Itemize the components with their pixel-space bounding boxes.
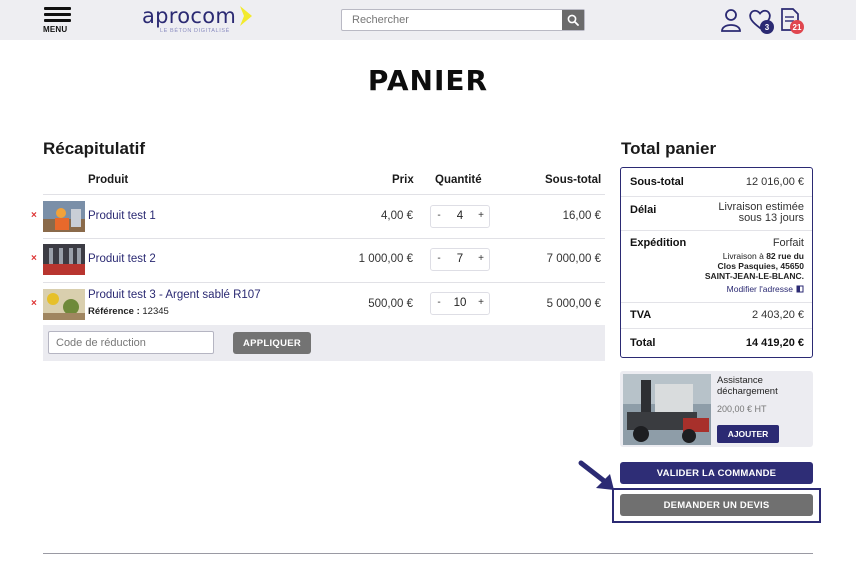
forklift-image (623, 374, 711, 445)
apply-coupon-button[interactable]: APPLIQUER (233, 332, 311, 354)
shipping-value: Forfait (772, 237, 804, 249)
coupon-bar: APPLIQUER (43, 325, 605, 361)
remove-item-button[interactable]: × (31, 210, 37, 221)
qty-decrease-button[interactable]: - (433, 253, 445, 264)
quantity-stepper: - 10 + (430, 292, 490, 315)
qty-value[interactable]: 4 (445, 210, 475, 222)
footer-divider (43, 553, 813, 554)
vat-label: TVA (630, 309, 652, 321)
logo-text: aprocom (142, 4, 237, 28)
cart-row: × Produit test 1 4,00 € - 4 + 16,00 € (30, 196, 610, 238)
product-reference: Référence : 12345 (88, 306, 169, 317)
delay-label: Délai (630, 204, 657, 216)
request-quote-button[interactable]: DEMANDER UN DEVIS (620, 494, 813, 516)
product-thumbnail (43, 244, 85, 275)
divider (621, 230, 812, 231)
reference-label: Référence : (88, 306, 140, 317)
col-product: Produit (88, 174, 129, 186)
qty-value[interactable]: 7 (445, 253, 475, 265)
qty-decrease-button[interactable]: - (433, 297, 445, 308)
row-subtotal: 7 000,00 € (546, 253, 601, 265)
menu-label: MENU (43, 25, 68, 34)
divider (621, 302, 812, 303)
subtotal-label: Sous-total (630, 176, 684, 188)
vat-value: 2 403,20 € (752, 309, 804, 321)
product-price: 4,00 € (381, 210, 413, 222)
product-thumbnail (43, 201, 85, 232)
delay-value-line2: sous 13 jours (738, 212, 804, 224)
qty-value[interactable]: 10 (445, 297, 475, 309)
wishlist-button[interactable]: 3 (748, 8, 774, 34)
col-price: Prix (392, 174, 414, 186)
coupon-input[interactable] (48, 331, 214, 354)
recap-title: Récapitulatif (43, 139, 146, 158)
qty-increase-button[interactable]: + (475, 210, 487, 221)
quantity-stepper: - 7 + (430, 248, 490, 271)
search-button[interactable] (562, 10, 584, 30)
hamburger-icon-bar (44, 19, 71, 22)
account-button[interactable] (720, 8, 744, 32)
total-value: 14 419,20 € (745, 337, 804, 349)
logo-chevron-icon (240, 6, 252, 26)
product-name-link[interactable]: Produit test 3 - Argent sablé R107 (88, 289, 261, 301)
quantity-stepper: - 4 + (430, 205, 490, 228)
qty-increase-button[interactable]: + (475, 297, 487, 308)
search-box (341, 9, 585, 31)
total-label: Total (630, 337, 656, 349)
shipping-address-line1: Livraison à 82 rue du (694, 251, 804, 261)
aprocom-logo[interactable]: aprocom LE BÉTON DIGITALISÉ (142, 4, 257, 38)
upsell-price: 200,00 € HT (717, 404, 767, 414)
divider (621, 196, 812, 197)
shipping-address-prefix: Livraison à (722, 251, 767, 261)
modify-address-link[interactable]: Modifier l'adresse (727, 284, 804, 294)
user-icon (721, 9, 741, 32)
divider (621, 328, 812, 329)
col-quantity: Quantité (435, 174, 482, 186)
search-icon (567, 14, 579, 26)
page-title: PANIER (367, 64, 489, 97)
row-subtotal: 5 000,00 € (546, 298, 601, 310)
total-title: Total panier (621, 139, 717, 158)
product-thumbnail (43, 289, 85, 320)
logo-tagline: LE BÉTON DIGITALISÉ (160, 28, 230, 34)
row-subtotal: 16,00 € (562, 210, 601, 222)
product-price: 1 000,00 € (358, 253, 413, 265)
cart-totals-box: Sous-total 12 016,00 € Délai Livraison e… (620, 167, 813, 358)
product-name-link[interactable]: Produit test 1 (88, 210, 156, 222)
remove-item-button[interactable]: × (31, 253, 37, 264)
top-header: MENU aprocom LE BÉTON DIGITALISÉ 3 (0, 0, 856, 40)
reference-value: 12345 (142, 306, 169, 317)
search-input[interactable] (342, 10, 563, 30)
shipping-address-street: 82 rue du (766, 251, 804, 261)
qty-increase-button[interactable]: + (475, 253, 487, 264)
menu-button[interactable]: MENU (43, 7, 73, 35)
quotes-count-badge: 21 (790, 20, 804, 34)
add-upsell-button[interactable]: AJOUTER (717, 425, 779, 443)
product-price: 500,00 € (368, 298, 413, 310)
product-name-link[interactable]: Produit test 2 (88, 253, 156, 265)
col-subtotal: Sous-total (545, 174, 602, 186)
hamburger-icon (44, 7, 71, 10)
validate-order-button[interactable]: VALIDER LA COMMANDE (620, 462, 813, 484)
upsell-card: Assistance déchargement 200,00 € HT AJOU… (620, 371, 813, 447)
shipping-address-line3: SAINT-JEAN-LE-BLANC. (704, 271, 804, 281)
qty-decrease-button[interactable]: - (433, 210, 445, 221)
subtotal-value: 12 016,00 € (745, 176, 804, 188)
wishlist-count-badge: 3 (760, 20, 774, 34)
modify-address-label: Modifier l'adresse (726, 284, 793, 294)
hamburger-icon-bar (44, 13, 71, 16)
shipping-address-line2: Clos Pasquies, 45650 (717, 261, 804, 271)
remove-item-button[interactable]: × (31, 298, 37, 309)
divider (43, 194, 605, 195)
book-icon (796, 285, 804, 293)
upsell-title: Assistance déchargement (717, 375, 778, 397)
cart-row: × Produit test 2 1 000,00 € - 7 + 7 000,… (30, 239, 610, 281)
shipping-label: Expédition (630, 237, 687, 249)
cart-row: × Produit test 3 - Argent sablé R107 Réf… (30, 283, 610, 325)
quotes-button[interactable]: 21 (780, 8, 804, 34)
